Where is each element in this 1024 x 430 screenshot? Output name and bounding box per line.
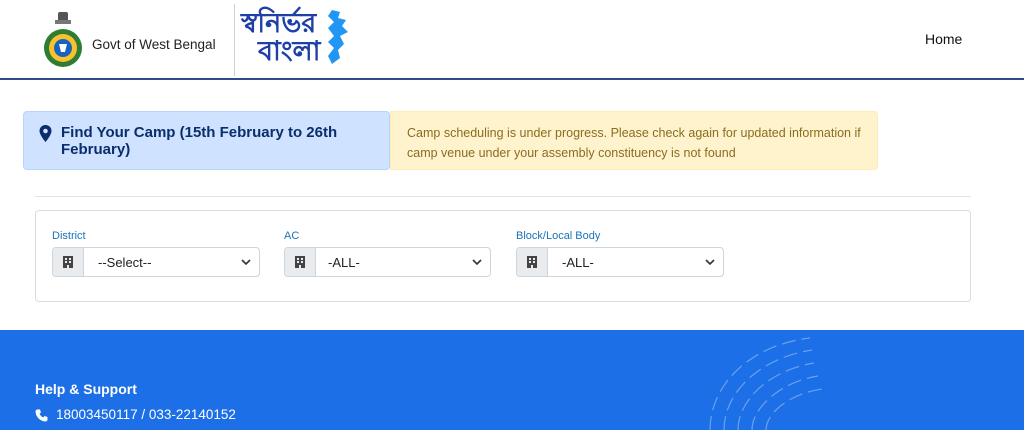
chevron-down-icon	[705, 259, 715, 266]
building-icon	[63, 256, 73, 268]
building-icon	[295, 256, 305, 268]
nav-home-link[interactable]: Home	[925, 31, 962, 47]
help-support-title: Help & Support	[35, 381, 137, 397]
gov-name: Govt of West Bengal	[92, 37, 216, 52]
bengal-map-icon	[328, 10, 348, 64]
block-addon	[517, 248, 548, 276]
filter-card: District --Select-- AC -ALL- Block/Local…	[35, 210, 971, 302]
section-divider	[35, 196, 971, 197]
phone-icon	[35, 409, 48, 422]
helpline-phone[interactable]: 18003450117 / 033-22140152	[56, 407, 236, 422]
building-icon	[527, 256, 537, 268]
swanirbhar-bangla-logo: স্বনির্ভর বাংলা	[238, 6, 354, 68]
district-label: District	[52, 230, 86, 242]
chevron-down-icon	[241, 259, 251, 266]
find-camp-title: Find Your Camp (15th February to 26th Fe…	[61, 124, 338, 158]
chevron-down-icon	[472, 259, 482, 266]
block-select-value: -ALL-	[562, 255, 594, 270]
block-select[interactable]: -ALL-	[516, 247, 724, 277]
header-divider	[234, 4, 235, 76]
ac-addon	[285, 248, 316, 276]
ac-select-value: -ALL-	[328, 255, 360, 270]
brand-line2: বাংলা	[258, 36, 321, 67]
brand-line1: স্বনির্ভর	[241, 8, 317, 39]
district-select-value: --Select--	[98, 255, 152, 270]
scheduling-notice: Camp scheduling is under progress. Pleas…	[390, 111, 878, 170]
district-select[interactable]: --Select--	[52, 247, 260, 277]
district-addon	[53, 248, 84, 276]
block-label: Block/Local Body	[516, 230, 601, 242]
map-pin-icon	[39, 125, 52, 142]
scheduling-notice-text: Camp scheduling is under progress. Pleas…	[407, 126, 861, 160]
ac-label: AC	[284, 230, 300, 242]
ac-select[interactable]: -ALL-	[284, 247, 491, 277]
footer-decoration	[709, 337, 823, 430]
site-footer: Help & Support 18003450117 / 033-2214015…	[0, 330, 1024, 430]
site-header: Govt of West Bengal স্বনির্ভর বাংলা Home	[0, 0, 1024, 80]
west-bengal-emblem-icon	[44, 12, 82, 67]
find-camp-title-panel: Find Your Camp (15th February to 26th Fe…	[23, 111, 390, 170]
